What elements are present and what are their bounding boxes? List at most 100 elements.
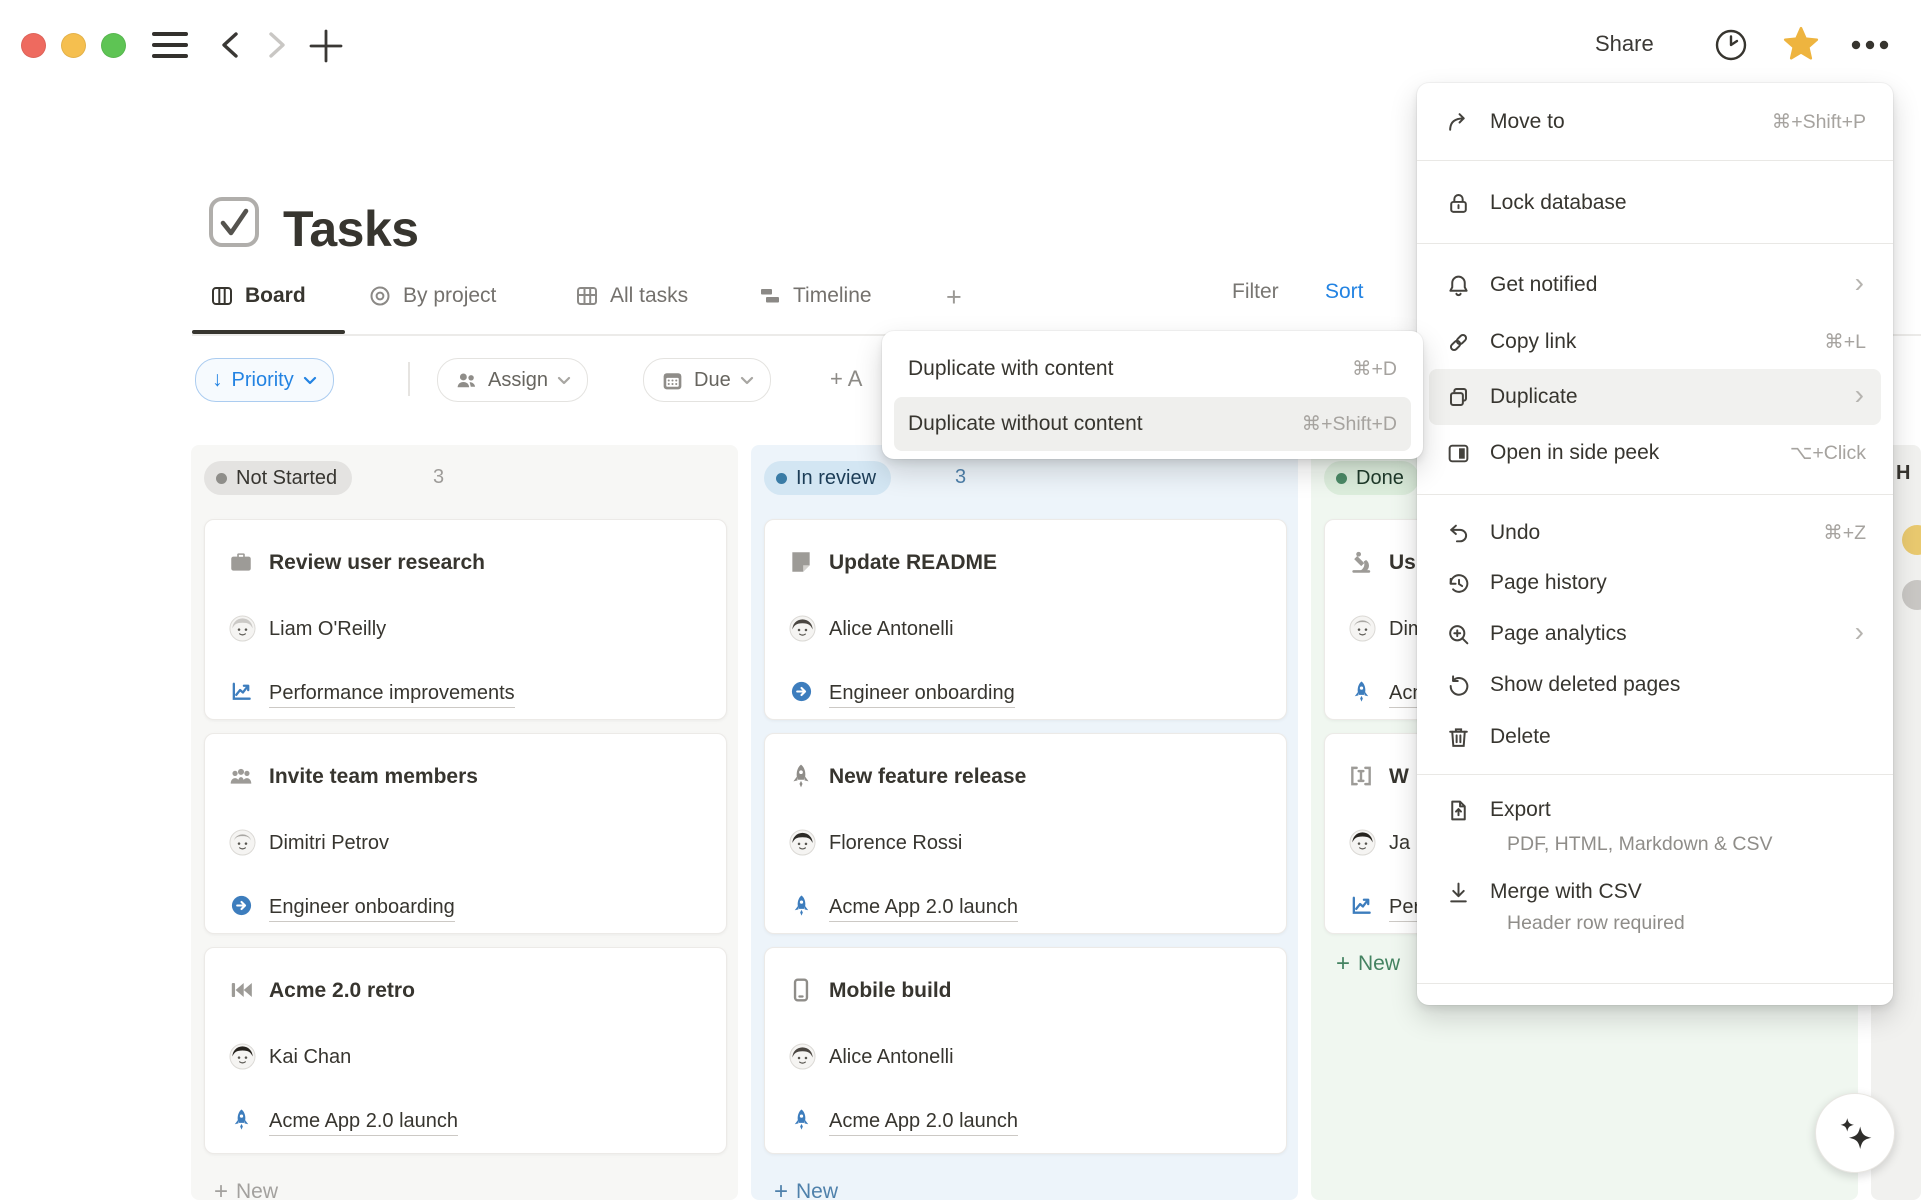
page-icon-checkbox[interactable] [208, 196, 260, 248]
phone-icon [788, 977, 814, 1003]
status-badge-done[interactable]: Done [1324, 461, 1419, 495]
menu-divider [1417, 160, 1893, 161]
new-page-button[interactable] [308, 28, 344, 64]
menu-item-undo[interactable]: Undo ⌘+Z [1429, 505, 1881, 561]
status-dot [776, 473, 787, 484]
card-assignee: Alice Antonelli [829, 1046, 954, 1069]
rocket-icon [790, 1108, 813, 1131]
status-badge-in-review[interactable]: In review [764, 461, 891, 495]
add-card-button[interactable]: + New [1336, 950, 1400, 978]
sidebar-menu-button[interactable] [152, 30, 188, 60]
task-card-invite-team-members[interactable]: Invite team members Dimitri Petrov Engin… [204, 733, 727, 934]
add-card-button[interactable]: + New [214, 1178, 278, 1200]
merge-csv-icon [1446, 880, 1471, 905]
menu-item-open-in-side-peek[interactable]: Open in side peek ⌥+Click [1429, 425, 1881, 481]
menu-item-subtitle: PDF, HTML, Markdown & CSV [1507, 833, 1772, 856]
menu-item-label: Duplicate [1490, 385, 1578, 409]
people-icon [454, 368, 479, 393]
tab-by-project[interactable]: By project [368, 282, 496, 310]
traffic-close-button[interactable] [21, 33, 46, 58]
link-icon [1446, 330, 1471, 355]
page-options-menu: Move to ⌘+Shift+P Lock database Get noti… [1417, 83, 1893, 1005]
card-project-link[interactable]: Performance improvements [269, 682, 515, 708]
tab-all-tasks[interactable]: All tasks [575, 282, 688, 310]
duplicate-icon [1446, 385, 1471, 410]
menu-item-lock-database[interactable]: Lock database [1429, 175, 1881, 231]
updates-clock-icon[interactable] [1714, 28, 1748, 62]
tab-label: Timeline [793, 284, 872, 308]
card-title: W [1389, 765, 1409, 789]
filter-button[interactable]: Filter [1232, 280, 1279, 304]
move-to-icon [1446, 110, 1471, 135]
duplicate-submenu: Duplicate with content ⌘+D Duplicate wit… [882, 331, 1423, 459]
briefcase-icon [228, 549, 254, 575]
menu-item-shortcut: ⌘+L [1824, 330, 1866, 354]
card-project-link[interactable]: Engineer onboarding [829, 682, 1015, 708]
add-view-button[interactable]: + [946, 282, 962, 313]
task-card-acme-retro[interactable]: Acme 2.0 retro Kai Chan Acme App 2.0 lau… [204, 947, 727, 1154]
tab-label: By project [403, 284, 496, 308]
due-filter-pill[interactable]: Due [643, 358, 771, 402]
tab-label: Board [245, 284, 306, 308]
favorite-star-icon[interactable] [1782, 25, 1820, 63]
add-filter-button[interactable]: + A [830, 366, 862, 392]
submenu-item-duplicate-with-content[interactable]: Duplicate with content ⌘+D [894, 342, 1411, 396]
submenu-item-duplicate-without-content[interactable]: Duplicate without content ⌘+Shift+D [894, 397, 1411, 451]
menu-item-page-history[interactable]: Page history [1429, 555, 1881, 611]
task-card-mobile-build[interactable]: Mobile build Alice Antonelli Acme App 2.… [764, 947, 1287, 1154]
analytics-icon [1446, 622, 1471, 647]
ai-assistant-button[interactable] [1815, 1093, 1895, 1173]
menu-item-label: Undo [1490, 521, 1540, 545]
board-icon [210, 284, 234, 308]
menu-item-show-deleted-pages[interactable]: Show deleted pages [1429, 657, 1881, 713]
traffic-zoom-button[interactable] [101, 33, 126, 58]
task-card-review-user-research[interactable]: Review user research Liam O'Reilly Perfo… [204, 519, 727, 720]
status-label: In review [796, 467, 876, 490]
sort-button[interactable]: Sort [1325, 280, 1364, 304]
menu-item-duplicate[interactable]: Duplicate › [1429, 369, 1881, 425]
forward-button[interactable] [266, 31, 288, 59]
new-label: New [236, 1180, 278, 1200]
share-button[interactable]: Share [1595, 31, 1654, 57]
menu-item-move-to[interactable]: Move to ⌘+Shift+P [1429, 94, 1881, 150]
submenu-chevron-icon: › [1855, 269, 1864, 297]
card-project-link[interactable]: Acme App 2.0 launch [269, 1110, 458, 1136]
chart-icon [230, 680, 253, 703]
menu-item-copy-link[interactable]: Copy link ⌘+L [1429, 314, 1881, 370]
menu-item-get-notified[interactable]: Get notified › [1429, 257, 1881, 313]
export-icon [1446, 798, 1471, 823]
new-label: New [1358, 952, 1400, 976]
menu-item-label: Page history [1490, 571, 1607, 595]
menu-item-label: Get notified [1490, 273, 1597, 297]
card-project-link[interactable]: Acme App 2.0 launch [829, 896, 1018, 922]
menu-item-shortcut: ⌘+D [1352, 357, 1397, 381]
card-assignee: Ja [1389, 832, 1410, 855]
task-card-new-feature-release[interactable]: New feature release Florence Rossi Acme … [764, 733, 1287, 934]
width-icon [1348, 763, 1374, 789]
card-project-link[interactable]: Per [1389, 896, 1420, 922]
card-assignee: Alice Antonelli [829, 618, 954, 641]
card-project-link[interactable]: Acme App 2.0 launch [829, 1110, 1018, 1136]
menu-item-subtitle: Header row required [1507, 912, 1685, 935]
arrow-down-icon: ↓ [212, 368, 223, 392]
menu-divider [1417, 243, 1893, 244]
assign-filter-pill[interactable]: Assign [437, 358, 588, 402]
tab-board[interactable]: Board [210, 282, 306, 310]
card-title: New feature release [829, 765, 1026, 789]
pill-label: Due [694, 369, 731, 392]
back-button[interactable] [219, 31, 241, 59]
task-card-update-readme[interactable]: Update README Alice Antonelli Engineer o… [764, 519, 1287, 720]
menu-item-export[interactable]: Export [1429, 782, 1881, 838]
menu-item-delete[interactable]: Delete [1429, 709, 1881, 765]
card-project-link[interactable]: Engineer onboarding [269, 896, 455, 922]
menu-item-label: Move to [1490, 110, 1565, 134]
tab-timeline[interactable]: Timeline [758, 282, 872, 310]
status-badge-not-started[interactable]: Not Started [204, 461, 352, 495]
rocket-gray-icon [788, 763, 814, 789]
target-icon [368, 284, 392, 308]
add-card-button[interactable]: + New [774, 1178, 838, 1200]
traffic-minimize-button[interactable] [61, 33, 86, 58]
more-options-button[interactable] [1846, 39, 1894, 51]
priority-sort-pill[interactable]: ↓ Priority [195, 358, 334, 402]
menu-item-page-analytics[interactable]: Page analytics › [1429, 606, 1881, 662]
